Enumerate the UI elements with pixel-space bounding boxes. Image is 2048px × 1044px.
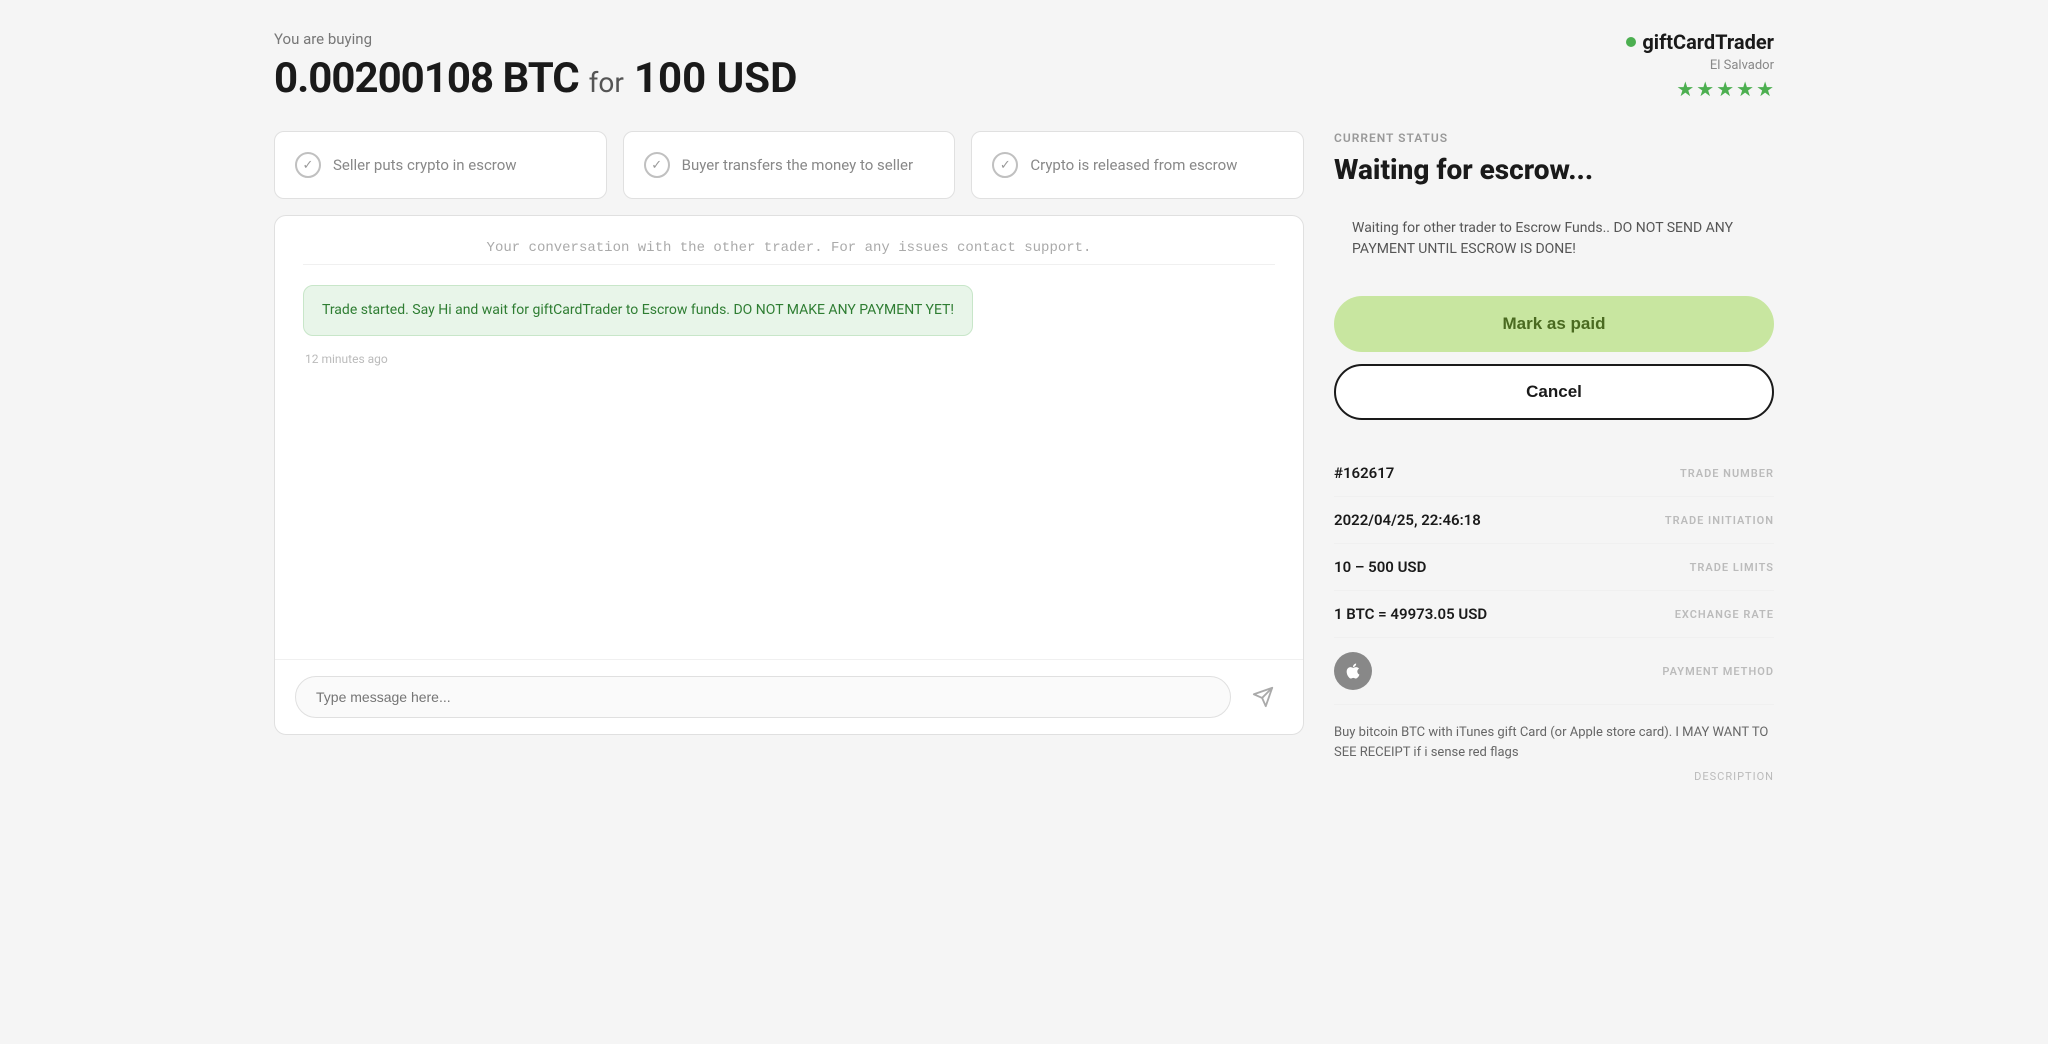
left-panel: ✓ Seller puts crypto in escrow ✓ Buyer t… bbox=[274, 131, 1304, 735]
waiting-title: Waiting for escrow... bbox=[1334, 153, 1774, 186]
description-row: Buy bitcoin BTC with iTunes gift Card (o… bbox=[1334, 705, 1774, 797]
chat-bubble: Trade started. Say Hi and wait for giftC… bbox=[303, 285, 973, 336]
steps-row: ✓ Seller puts crypto in escrow ✓ Buyer t… bbox=[274, 131, 1304, 199]
trade-initiation-value: 2022/04/25, 22:46:18 bbox=[1334, 511, 1481, 529]
description-label: DESCRIPTION bbox=[1334, 766, 1774, 783]
send-button[interactable] bbox=[1243, 677, 1283, 717]
chat-input[interactable] bbox=[295, 676, 1231, 718]
chat-system-message: Your conversation with the other trader.… bbox=[275, 216, 1303, 264]
for-label: for bbox=[589, 66, 624, 99]
trade-details: #162617 TRADE NUMBER 2022/04/25, 22:46:1… bbox=[1334, 450, 1774, 797]
step-3-icon: ✓ bbox=[992, 152, 1018, 178]
seller-location: El Salvador bbox=[1626, 58, 1774, 73]
online-dot-icon bbox=[1626, 37, 1636, 47]
star-5-icon: ★ bbox=[1756, 77, 1774, 101]
chat-timestamp: 12 minutes ago bbox=[303, 352, 1275, 366]
payment-method-icon bbox=[1334, 652, 1372, 690]
exchange-rate-row: 1 BTC = 49973.05 USD EXCHANGE RATE bbox=[1334, 591, 1774, 638]
header: You are buying 0.00200108 BTC for 100 US… bbox=[274, 30, 1774, 103]
step-2-icon: ✓ bbox=[644, 152, 670, 178]
step-1-icon: ✓ bbox=[295, 152, 321, 178]
trade-number-value: #162617 bbox=[1334, 464, 1394, 482]
step-3-card: ✓ Crypto is released from escrow bbox=[971, 131, 1304, 199]
send-icon bbox=[1252, 686, 1274, 708]
exchange-rate-label: EXCHANGE RATE bbox=[1675, 608, 1774, 621]
seller-stars: ★ ★ ★ ★ ★ bbox=[1626, 77, 1774, 101]
trade-limits-label: TRADE LIMITS bbox=[1690, 561, 1774, 574]
you-are-buying-label: You are buying bbox=[274, 30, 797, 48]
chat-input-row bbox=[275, 659, 1303, 734]
trade-title: 0.00200108 BTC for 100 USD bbox=[274, 54, 797, 103]
star-3-icon: ★ bbox=[1716, 77, 1734, 101]
seller-name: giftCardTrader bbox=[1642, 30, 1774, 54]
chat-messages: Trade started. Say Hi and wait for giftC… bbox=[275, 265, 1303, 659]
step-1-card: ✓ Seller puts crypto in escrow bbox=[274, 131, 607, 199]
star-2-icon: ★ bbox=[1696, 77, 1714, 101]
star-4-icon: ★ bbox=[1736, 77, 1754, 101]
trade-initiation-row: 2022/04/25, 22:46:18 TRADE INITIATION bbox=[1334, 497, 1774, 544]
step-2-text: Buyer transfers the money to seller bbox=[682, 155, 913, 176]
mark-as-paid-button[interactable]: Mark as paid bbox=[1334, 296, 1774, 352]
payment-method-row: PAYMENT METHOD bbox=[1334, 638, 1774, 705]
step-3-text: Crypto is released from escrow bbox=[1030, 155, 1237, 176]
trade-limits-row: 10 – 500 USD TRADE LIMITS bbox=[1334, 544, 1774, 591]
header-left: You are buying 0.00200108 BTC for 100 US… bbox=[274, 30, 797, 103]
main-layout: ✓ Seller puts crypto in escrow ✓ Buyer t… bbox=[274, 131, 1774, 797]
description-text: Buy bitcoin BTC with iTunes gift Card (o… bbox=[1334, 719, 1774, 762]
right-panel: CURRENT STATUS Waiting for escrow... Wai… bbox=[1334, 131, 1774, 797]
exchange-rate-value: 1 BTC = 49973.05 USD bbox=[1334, 605, 1487, 623]
trade-number-row: #162617 TRADE NUMBER bbox=[1334, 450, 1774, 497]
payment-method-label: PAYMENT METHOD bbox=[1662, 665, 1774, 678]
cancel-button[interactable]: Cancel bbox=[1334, 364, 1774, 420]
current-status-label: CURRENT STATUS bbox=[1334, 131, 1774, 145]
btc-amount: 0.00200108 BTC bbox=[274, 54, 579, 103]
escrow-warning: Waiting for other trader to Escrow Funds… bbox=[1334, 202, 1774, 276]
page-wrapper: You are buying 0.00200108 BTC for 100 US… bbox=[274, 30, 1774, 797]
step-2-card: ✓ Buyer transfers the money to seller bbox=[623, 131, 956, 199]
step-1-text: Seller puts crypto in escrow bbox=[333, 155, 517, 176]
apple-icon bbox=[1343, 661, 1363, 681]
usd-amount: 100 USD bbox=[634, 54, 798, 103]
star-1-icon: ★ bbox=[1676, 77, 1694, 101]
seller-name-row: giftCardTrader bbox=[1626, 30, 1774, 54]
trade-number-label: TRADE NUMBER bbox=[1680, 467, 1774, 480]
trade-limits-value: 10 – 500 USD bbox=[1334, 558, 1426, 576]
header-right: giftCardTrader El Salvador ★ ★ ★ ★ ★ bbox=[1626, 30, 1774, 101]
trade-initiation-label: TRADE INITIATION bbox=[1665, 514, 1774, 527]
chat-container: Your conversation with the other trader.… bbox=[274, 215, 1304, 735]
